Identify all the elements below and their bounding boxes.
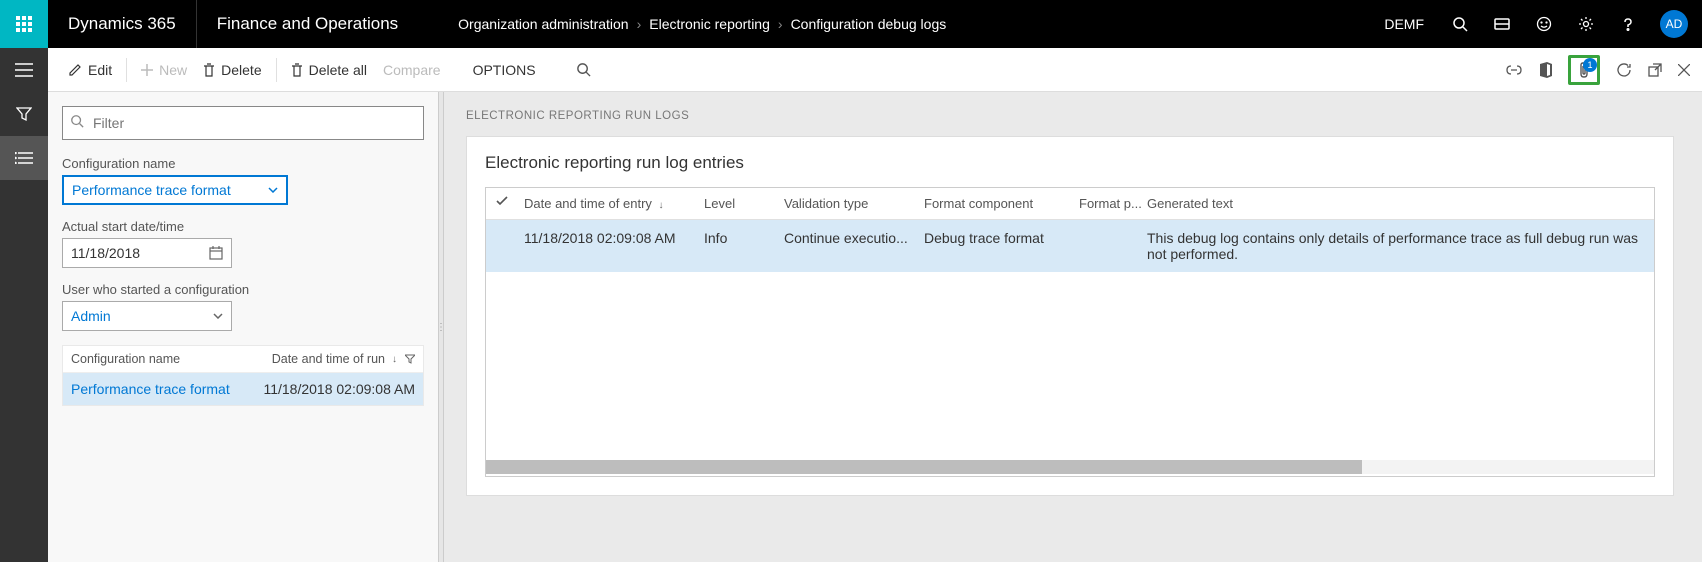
col-gen[interactable]: Generated text [1147, 196, 1644, 211]
action-search-button[interactable] [568, 58, 599, 81]
chevron-down-icon [268, 187, 278, 193]
log-grid: Date and time of entry ↓ Level Validatio… [485, 187, 1655, 477]
module-title: Finance and Operations [197, 14, 418, 34]
help-icon[interactable] [1618, 14, 1638, 34]
chevron-right-icon: › [778, 16, 783, 32]
compare-label: Compare [383, 62, 441, 78]
col-level[interactable]: Level [704, 196, 784, 211]
filter-input[interactable] [62, 106, 424, 140]
checkmark-icon[interactable] [496, 196, 524, 211]
chevron-down-icon [213, 313, 223, 319]
delete-button[interactable]: Delete [195, 58, 269, 82]
gear-icon[interactable] [1576, 14, 1596, 34]
list-col-date[interactable]: Date and time of run [272, 352, 385, 366]
funnel-icon[interactable] [405, 354, 415, 364]
attachments-button[interactable]: 1 [1568, 55, 1600, 85]
date-input[interactable]: 11/18/2018 [62, 238, 232, 268]
config-name-label: Configuration name [62, 156, 424, 171]
filter-panel: Configuration name Performance trace for… [48, 92, 438, 562]
edit-label: Edit [88, 62, 112, 78]
user-select[interactable]: Admin [62, 301, 232, 331]
row-valid: Continue executio... [784, 230, 924, 246]
breadcrumb-item[interactable]: Configuration debug logs [791, 16, 947, 32]
avatar[interactable]: AD [1660, 10, 1688, 38]
list-row-date: 11/18/2018 02:09:08 AM [263, 381, 415, 397]
hamburger-icon[interactable] [0, 48, 48, 92]
col-format[interactable]: Format component [924, 196, 1079, 211]
breadcrumb: Organization administration › Electronic… [458, 16, 1384, 32]
row-level: Info [704, 230, 784, 246]
col-date[interactable]: Date and time of entry ↓ [524, 196, 704, 211]
breadcrumb-item[interactable]: Electronic reporting [649, 16, 770, 32]
list-icon[interactable] [0, 136, 48, 180]
date-value: 11/18/2018 [71, 245, 140, 261]
left-rail [0, 48, 48, 562]
messages-icon[interactable] [1492, 14, 1512, 34]
action-bar: Edit New Delete Delete all Compare OPTIO… [48, 48, 1702, 92]
card-title: Electronic reporting run log entries [485, 153, 1655, 173]
edit-button[interactable]: Edit [60, 58, 120, 82]
user-label: User who started a configuration [62, 282, 424, 297]
close-icon[interactable] [1678, 64, 1690, 76]
list-row-name: Performance trace format [71, 381, 263, 397]
horizontal-scrollbar[interactable] [486, 460, 1654, 474]
detail-panel: Electronic reporting run logs Electronic… [444, 92, 1702, 562]
delete-label: Delete [221, 62, 261, 78]
sort-down-icon: ↓ [659, 200, 664, 211]
row-fmt: Debug trace format [924, 230, 1079, 246]
smiley-icon[interactable] [1534, 14, 1554, 34]
row-date: 11/18/2018 02:09:08 AM [524, 230, 704, 246]
compare-button[interactable]: Compare [375, 58, 449, 82]
new-button[interactable]: New [133, 58, 195, 82]
app-title: Dynamics 365 [48, 0, 197, 48]
user-value: Admin [71, 308, 111, 324]
sidebar-list: Configuration name Date and time of run … [62, 345, 424, 406]
popout-icon[interactable] [1648, 63, 1662, 77]
col-valid[interactable]: Validation type [784, 196, 924, 211]
sort-down-icon: ↓ [392, 354, 397, 365]
chevron-right-icon: › [637, 16, 642, 32]
breadcrumb-item[interactable]: Organization administration [458, 16, 628, 32]
link-icon[interactable] [1506, 65, 1522, 75]
company-code[interactable]: DEMF [1384, 16, 1424, 32]
calendar-icon[interactable] [209, 246, 223, 260]
section-label: Electronic reporting run logs [466, 110, 1674, 122]
col-path[interactable]: Format p... [1079, 196, 1147, 211]
list-row[interactable]: Performance trace format 11/18/2018 02:0… [63, 373, 423, 405]
list-col-config[interactable]: Configuration name [71, 352, 272, 366]
refresh-icon[interactable] [1616, 62, 1632, 78]
top-header: Dynamics 365 Finance and Operations Orga… [0, 0, 1702, 48]
options-label: OPTIONS [473, 62, 536, 78]
options-button[interactable]: OPTIONS [465, 58, 544, 82]
date-label: Actual start date/time [62, 219, 424, 234]
search-icon[interactable] [1450, 14, 1470, 34]
funnel-icon[interactable] [0, 92, 48, 136]
grid-row[interactable]: 11/18/2018 02:09:08 AM Info Continue exe… [486, 220, 1654, 272]
delete-all-label: Delete all [309, 62, 367, 78]
delete-all-button[interactable]: Delete all [283, 58, 375, 82]
office-icon[interactable] [1538, 62, 1552, 78]
row-gen: This debug log contains only details of … [1147, 230, 1644, 262]
config-name-value: Performance trace format [72, 182, 231, 198]
search-icon [70, 114, 84, 128]
waffle-button[interactable] [0, 0, 48, 48]
new-label: New [159, 62, 187, 78]
config-name-select[interactable]: Performance trace format [62, 175, 288, 205]
attach-count: 1 [1583, 58, 1597, 72]
